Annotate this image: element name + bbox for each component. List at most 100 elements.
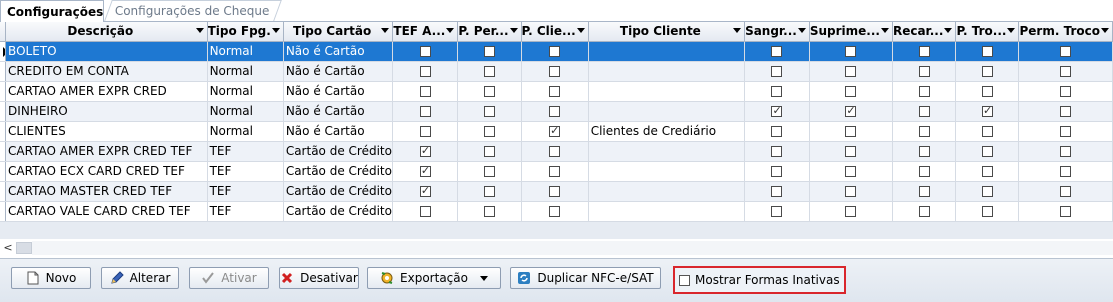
cell-p-troco[interactable] [955,81,1020,102]
cell-recarga[interactable] [892,81,957,102]
column-header-sangria[interactable]: Sangr... [744,22,810,42]
cell-recarga[interactable] [892,101,957,122]
ativar-button[interactable]: Ativar [189,267,269,289]
cell-descricao[interactable]: CARTAO ECX CARD CRED TEF [5,161,208,182]
checkbox-recarga[interactable] [918,166,930,177]
scrollbar-track[interactable] [32,241,1113,255]
column-header-p-cliente[interactable]: P. Clie... [521,22,589,42]
cell-suprimento[interactable] [809,101,893,122]
cell-sangria[interactable] [744,181,810,202]
cell-p-troco[interactable] [955,181,1020,202]
row-indicator[interactable] [0,41,7,62]
column-filter-arrow-icon[interactable] [1007,28,1016,33]
checkbox-recarga[interactable] [918,106,930,117]
checkbox-suprimento[interactable] [845,126,857,137]
cell-tef-automatico[interactable] [392,121,459,142]
checkbox-suprimento[interactable] [845,104,857,117]
cell-suprimento[interactable] [809,61,893,82]
checkbox-tef-automatico[interactable] [419,164,431,177]
column-filter-arrow-icon[interactable] [195,28,204,33]
cell-tipo-cliente[interactable] [588,161,746,182]
cell-tef-automatico[interactable] [392,181,459,202]
cell-perm-troco[interactable] [1018,161,1113,182]
mostrar-formas-inativas-checkbox[interactable] [679,274,690,286]
cell-tipo-cartao[interactable]: Cartão de Crédito [283,161,394,182]
cell-tipo-cartao[interactable]: Não é Cartão [283,81,394,102]
cell-tipo-cartao[interactable]: Não é Cartão [283,41,394,62]
cell-tipo-cartao[interactable]: Não é Cartão [283,121,394,142]
cell-perm-troco[interactable] [1018,61,1113,82]
cell-p-troco[interactable] [955,121,1020,142]
scroll-left-icon[interactable]: < [2,241,14,255]
checkbox-perm-troco[interactable] [1060,186,1072,197]
cell-suprimento[interactable] [809,41,893,62]
row-indicator[interactable] [0,201,7,222]
checkbox-tef-automatico[interactable] [419,106,431,117]
checkbox-p-per[interactable] [483,86,495,97]
cell-descricao[interactable]: CARTAO AMER EXPR CRED TEF [5,141,208,162]
checkbox-p-cliente[interactable] [549,166,561,177]
checkbox-perm-troco[interactable] [1060,106,1072,117]
column-filter-arrow-icon[interactable] [576,28,585,33]
cell-sangria[interactable] [744,141,810,162]
cell-sangria[interactable] [744,121,810,142]
column-filter-arrow-icon[interactable] [271,28,280,33]
checkbox-p-troco[interactable] [981,186,993,197]
column-header-p-troco[interactable]: P. Tro... [955,22,1020,42]
row-indicator[interactable] [0,101,7,122]
cell-p-cliente[interactable] [521,61,589,82]
cell-p-per[interactable] [457,61,522,82]
checkbox-p-troco[interactable] [981,46,993,57]
cell-tipo-cartao[interactable]: Não é Cartão [283,101,394,122]
cell-tipo-fpg[interactable]: Normal [207,61,284,82]
cell-p-cliente[interactable] [521,161,589,182]
checkbox-tef-automatico[interactable] [419,66,431,77]
column-filter-arrow-icon[interactable] [446,28,455,33]
cell-sangria[interactable] [744,81,810,102]
cell-perm-troco[interactable] [1018,101,1113,122]
checkbox-sangria[interactable] [771,186,783,197]
checkbox-recarga[interactable] [918,46,930,57]
novo-button[interactable]: Novo [11,267,91,289]
cell-suprimento[interactable] [809,121,893,142]
cell-tipo-cliente[interactable] [588,141,746,162]
row-indicator[interactable] [0,81,7,102]
checkbox-p-cliente[interactable] [549,106,561,117]
desativar-button[interactable]: Desativar [279,267,359,289]
checkbox-p-per[interactable] [483,186,495,197]
cell-tef-automatico[interactable] [392,141,459,162]
cell-tipo-fpg[interactable]: Normal [207,41,284,62]
cell-tipo-fpg[interactable]: Normal [207,101,284,122]
table-row[interactable]: CARTAO VALE CARD CRED TEF TEF Cartão de Cr… [0,201,1113,222]
cell-p-cliente[interactable] [521,101,589,122]
table-row[interactable]: CARTAO AMER EXPR CRED TEF TEF Cartão de Cr… [0,141,1113,162]
duplicar-nfce-sat-button[interactable]: Duplicar NFC-e/SAT [510,267,661,289]
column-filter-arrow-icon[interactable] [733,28,742,33]
cell-tipo-cliente[interactable]: Clientes de Crediário [588,121,746,142]
checkbox-sangria[interactable] [771,46,783,57]
checkbox-p-per[interactable] [483,66,495,77]
cell-descricao[interactable]: CARTAO VALE CARD CRED TEF [5,201,208,222]
checkbox-suprimento[interactable] [845,146,857,157]
row-indicator[interactable] [0,121,7,142]
cell-p-cliente[interactable] [521,141,589,162]
cell-suprimento[interactable] [809,181,893,202]
cell-suprimento[interactable] [809,161,893,182]
checkbox-perm-troco[interactable] [1060,166,1072,177]
column-header-recarga[interactable]: Recar... [892,22,957,42]
checkbox-recarga[interactable] [918,146,930,157]
cell-recarga[interactable] [892,181,957,202]
cell-tipo-cliente[interactable] [588,81,746,102]
checkbox-suprimento[interactable] [845,86,857,97]
cell-perm-troco[interactable] [1018,41,1113,62]
checkbox-p-per[interactable] [483,206,495,217]
cell-recarga[interactable] [892,121,957,142]
checkbox-perm-troco[interactable] [1060,126,1072,137]
cell-recarga[interactable] [892,161,957,182]
cell-tef-automatico[interactable] [392,81,459,102]
cell-tef-automatico[interactable] [392,101,459,122]
cell-perm-troco[interactable] [1018,81,1113,102]
cell-descricao[interactable]: BOLETO [5,41,208,62]
checkbox-suprimento[interactable] [845,206,857,217]
checkbox-suprimento[interactable] [845,46,857,57]
